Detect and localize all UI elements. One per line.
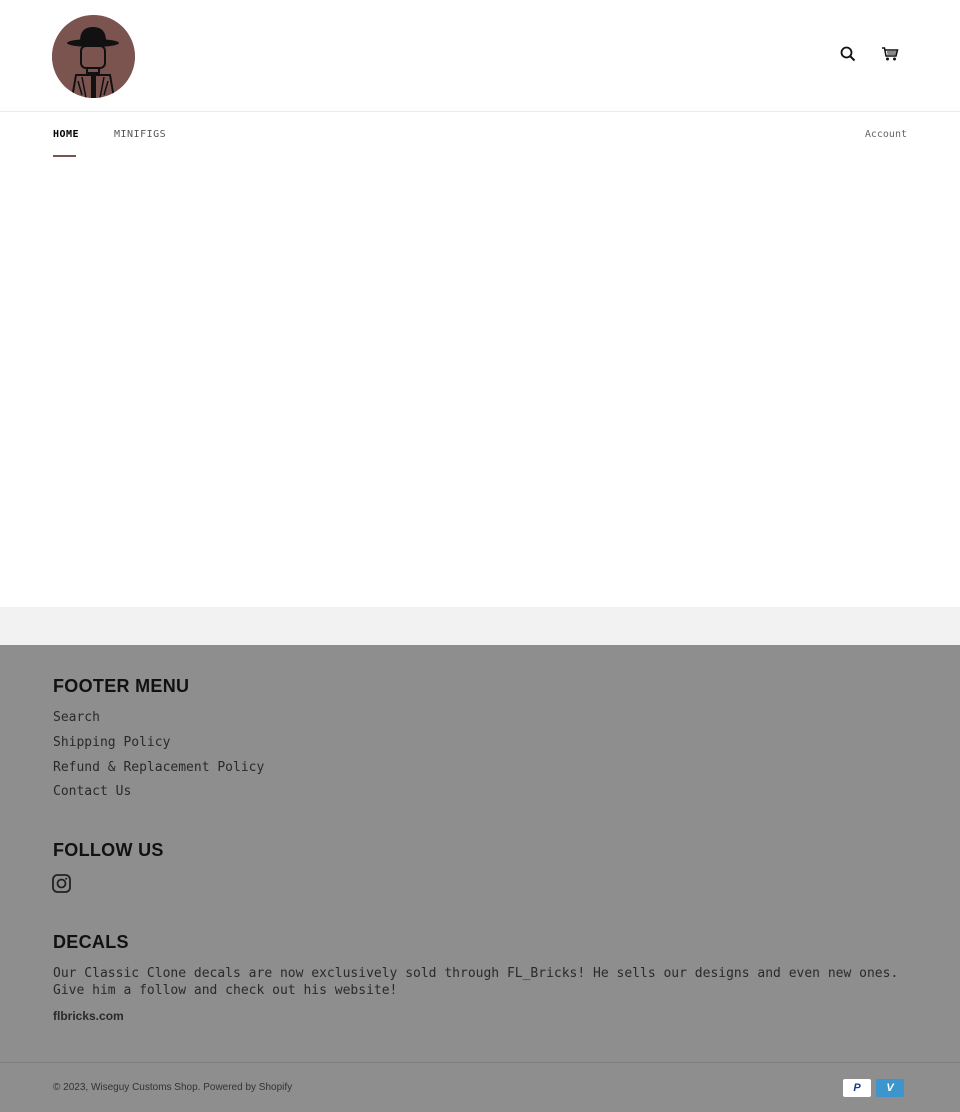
shop-logo[interactable] bbox=[52, 15, 135, 98]
footer-menu-title: FOOTER MENU bbox=[53, 676, 190, 696]
minifig-logo-icon bbox=[52, 15, 135, 98]
decals-description: Our Classic Clone decals are now exclusi… bbox=[53, 966, 899, 998]
instagram-link[interactable] bbox=[52, 874, 71, 897]
nav-item-home[interactable]: HOME bbox=[53, 129, 79, 140]
footer-link-refund-policy[interactable]: Refund & Replacement Policy bbox=[53, 760, 264, 775]
footer-link-contact-us[interactable]: Contact Us bbox=[53, 784, 131, 799]
footer-link-search[interactable]: Search bbox=[53, 710, 100, 725]
flbricks-link[interactable]: flbricks.com bbox=[53, 1009, 124, 1023]
active-nav-indicator bbox=[53, 155, 76, 157]
search-icon bbox=[840, 46, 856, 62]
venmo-icon: V bbox=[876, 1079, 904, 1097]
footer-divider bbox=[0, 1062, 960, 1063]
cart-button[interactable] bbox=[880, 44, 900, 64]
decals-title: DECALS bbox=[53, 932, 129, 952]
paypal-icon: P bbox=[843, 1079, 871, 1097]
main-nav: HOME MINIFIGS Account bbox=[0, 112, 960, 162]
instagram-icon bbox=[52, 874, 71, 893]
footer-link-shipping-policy[interactable]: Shipping Policy bbox=[53, 735, 170, 750]
cart-icon bbox=[882, 47, 899, 61]
search-button[interactable] bbox=[838, 44, 858, 64]
site-header bbox=[0, 0, 960, 112]
site-footer: FOOTER MENU Search Shipping Policy Refun… bbox=[0, 645, 960, 1112]
header-icons bbox=[838, 44, 900, 64]
account-link[interactable]: Account bbox=[865, 129, 907, 140]
copyright-text: © 2023, Wiseguy Customs Shop. Powered by… bbox=[53, 1082, 293, 1093]
content-divider-band bbox=[0, 607, 960, 645]
nav-item-minifigs[interactable]: MINIFIGS bbox=[114, 129, 166, 140]
follow-us-title: FOLLOW US bbox=[53, 840, 164, 860]
